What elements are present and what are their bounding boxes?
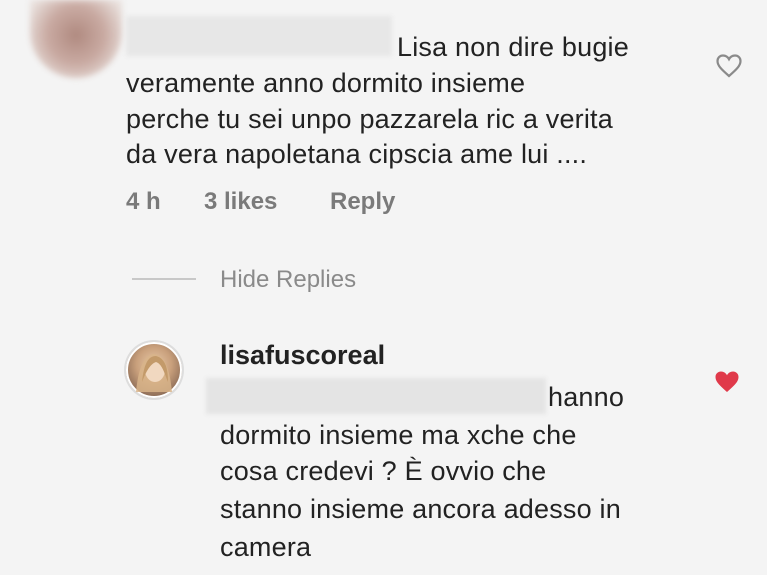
heart-outline-icon[interactable] <box>716 54 742 78</box>
blurred-commenter-avatar[interactable] <box>30 0 122 78</box>
comment-like-count[interactable]: 3 likes <box>204 188 277 216</box>
heart-filled-icon[interactable] <box>714 370 740 394</box>
comment-text-line-4: da vera napoletana cipscia ame lui .... <box>126 139 588 169</box>
comment-text-line-1: Lisa non dire bugie <box>397 32 629 62</box>
reply-avatar[interactable] <box>126 342 182 398</box>
reply-text-line-3: cosa credevi ? È ovvio che <box>220 456 547 486</box>
reply-text-line-5: camera <box>220 532 312 562</box>
reply-button[interactable]: Reply <box>330 188 395 216</box>
hide-replies-button[interactable]: Hide Replies <box>220 266 356 294</box>
replies-divider <box>132 278 196 280</box>
comment-text-line-3: perche tu sei unpo pazzarela ric a verit… <box>126 104 613 134</box>
reply-text-line-2: dormito insieme ma xche che <box>220 420 577 450</box>
reply-username[interactable]: lisafuscoreal <box>220 340 385 371</box>
reply-text-line-4: stanno insieme ancora adesso in <box>220 494 621 524</box>
blurred-mentioned-username[interactable] <box>206 378 546 414</box>
reply-text-line-1: hanno <box>548 382 625 412</box>
blurred-commenter-username[interactable] <box>126 16 392 56</box>
comment-text-line-2: veramente anno dormito insieme <box>126 68 526 98</box>
avatar-portrait-icon <box>126 342 182 398</box>
comment-timestamp: 4 h <box>126 188 161 215</box>
